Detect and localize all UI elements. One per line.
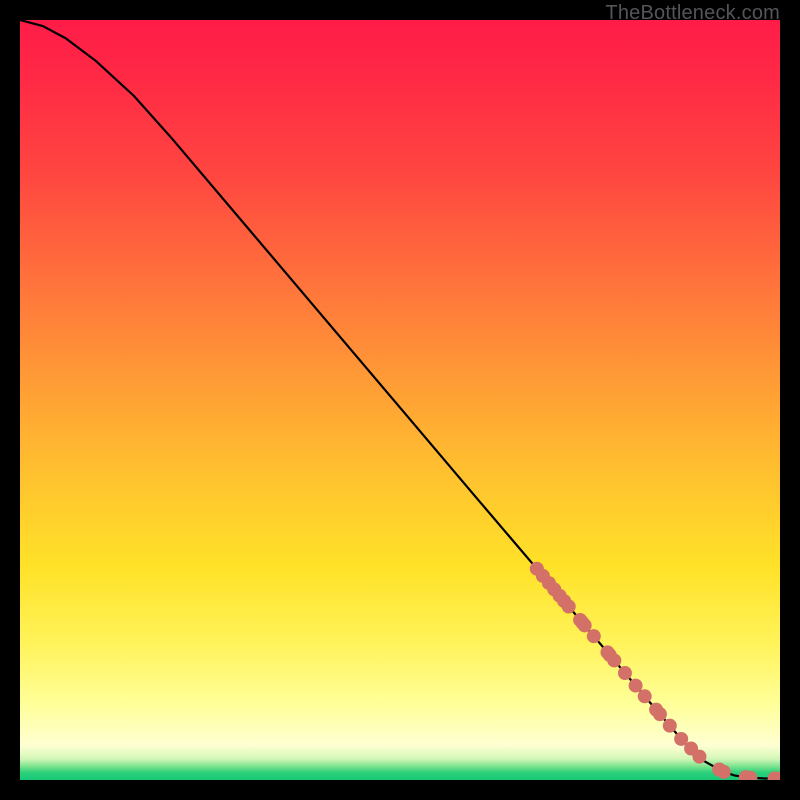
- data-dot: [663, 719, 677, 733]
- data-dot: [692, 750, 706, 764]
- data-dot: [653, 707, 667, 721]
- data-dots: [530, 562, 780, 780]
- plot-area: [20, 20, 780, 780]
- data-dot: [629, 679, 643, 693]
- data-dot: [587, 629, 601, 643]
- data-dot: [717, 765, 731, 779]
- dot-layer: [20, 20, 780, 780]
- data-dot: [638, 689, 652, 703]
- chart-frame: TheBottleneck.com: [0, 0, 800, 800]
- data-dot: [578, 618, 592, 632]
- data-dot: [562, 599, 576, 613]
- data-dot: [607, 653, 621, 667]
- watermark-text: TheBottleneck.com: [605, 2, 780, 25]
- data-dot: [618, 666, 632, 680]
